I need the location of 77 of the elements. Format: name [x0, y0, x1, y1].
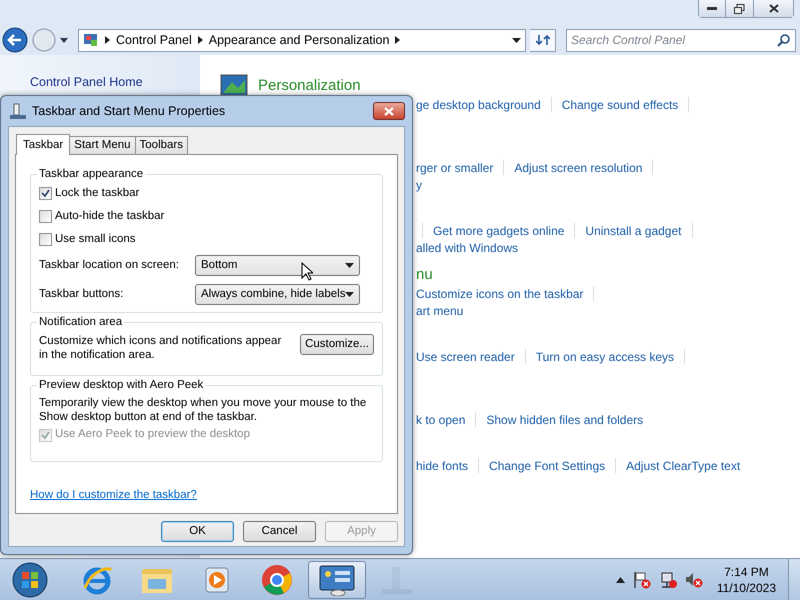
help-link[interactable]: How do I customize the taskbar? [30, 489, 197, 501]
show-hidden-icons-icon[interactable] [616, 576, 625, 582]
task-link[interactable]: Change sound effects [562, 96, 678, 114]
checkbox[interactable] [39, 210, 52, 223]
checkbox-label: Auto-hide the taskbar [55, 208, 164, 224]
clock[interactable]: 7:14 PM 11/10/2023 [716, 564, 776, 596]
network-icon[interactable] [658, 570, 677, 588]
task-link[interactable]: art menu [416, 302, 464, 320]
restore-icon [734, 4, 745, 14]
control-panel-icon [318, 564, 356, 596]
task-link[interactable]: rger or smaller [416, 158, 494, 176]
taskbar-icon [10, 103, 26, 119]
flag-icon[interactable] [632, 570, 651, 588]
task-link[interactable]: Uninstall a gadget [585, 222, 682, 240]
close-icon [384, 106, 394, 116]
task-link[interactable]: Adjust screen resolution [514, 158, 642, 176]
mouse-cursor-icon [301, 262, 313, 281]
task-link[interactable]: Adjust ClearType text [626, 456, 740, 474]
dialog-button[interactable]: Cancel [243, 521, 316, 542]
section-heading[interactable]: nu [416, 264, 433, 286]
close-button[interactable] [373, 102, 405, 120]
dialog-title: Taskbar and Start Menu Properties [32, 102, 226, 120]
field-label: Taskbar location on screen: [39, 258, 180, 273]
checkbox[interactable] [39, 233, 52, 246]
description-text: Temporarily view the desktop when you move your mouse to the Show desktop button at end of the taskbar. [39, 396, 368, 424]
search-icon [777, 34, 790, 46]
dropdown[interactable]: Always combine, hide labels [195, 284, 360, 305]
group-title: Preview desktop with Aero Peek [37, 378, 206, 392]
description-text: Customize which icons and notifications appear in the notification area. [39, 334, 282, 362]
dropdown-arrow-icon [345, 263, 354, 268]
task-link[interactable]: k to open [416, 410, 466, 428]
task-link[interactable]: Turn on easy access keys [536, 348, 674, 366]
minimize-button[interactable] [698, 0, 726, 18]
dropdown-arrow-icon [345, 292, 354, 297]
task-link[interactable]: Show hidden files and folders [486, 410, 644, 428]
breadcrumb-arrow-icon [105, 36, 110, 44]
task-link[interactable]: Use screen reader [416, 348, 515, 366]
section-heading[interactable]: Personalization [258, 74, 361, 98]
search-field[interactable]: Search Control Panel [566, 28, 796, 52]
task-link[interactable]: ge desktop background [416, 96, 541, 114]
task-link[interactable]: alled with Windows [416, 238, 518, 256]
task-link[interactable]: hide fonts [416, 456, 468, 474]
checkbox[interactable] [39, 187, 52, 200]
close-icon [768, 4, 778, 13]
refresh-button[interactable] [530, 28, 556, 52]
checkbox-label: Lock the taskbar [55, 186, 140, 201]
task-link[interactable]: y [416, 176, 422, 194]
muted-speaker-icon[interactable] [684, 570, 703, 588]
dialog-button[interactable]: OK [161, 521, 234, 542]
refresh-icon [536, 34, 550, 46]
dropdown-arrow-icon[interactable] [512, 38, 521, 42]
group-title: Taskbar appearance [37, 167, 146, 181]
checkbox-label: Use small icons [55, 232, 136, 247]
taskbar-app-button[interactable] [308, 560, 366, 598]
task-link[interactable]: Change Font Settings [489, 456, 606, 474]
close-button[interactable] [754, 0, 794, 18]
dropdown[interactable]: Bottom [195, 255, 360, 276]
control-panel-icon [83, 32, 99, 48]
sidebar-link[interactable]: Control Panel Home [30, 75, 143, 89]
task-link[interactable]: Customize icons on the taskbar [416, 284, 584, 302]
field-label: Taskbar buttons: [39, 286, 124, 302]
tab[interactable]: Taskbar [16, 134, 70, 155]
customize-button[interactable]: Customize... [300, 334, 374, 355]
checkbox-label: Use Aero Peek to preview the desktop [55, 427, 250, 442]
tab[interactable]: Toolbars [134, 136, 188, 154]
tab[interactable]: Start Menu [69, 136, 136, 154]
breadcrumb-arrow-icon [198, 36, 203, 44]
history-dropdown-icon[interactable] [60, 38, 68, 42]
breadcrumb-arrow-icon [395, 36, 400, 44]
task-link[interactable]: Get more gadgets online [433, 222, 564, 240]
breadcrumb: Control Panel [116, 32, 192, 49]
back-button[interactable] [2, 27, 28, 53]
minimize-icon [707, 6, 717, 10]
chrome-icon [261, 564, 293, 596]
address-bar[interactable]: Control Panel Appearance and Personalization [78, 28, 526, 52]
breadcrumb: Appearance and Personalization [208, 32, 390, 49]
restore-button[interactable] [726, 0, 754, 18]
